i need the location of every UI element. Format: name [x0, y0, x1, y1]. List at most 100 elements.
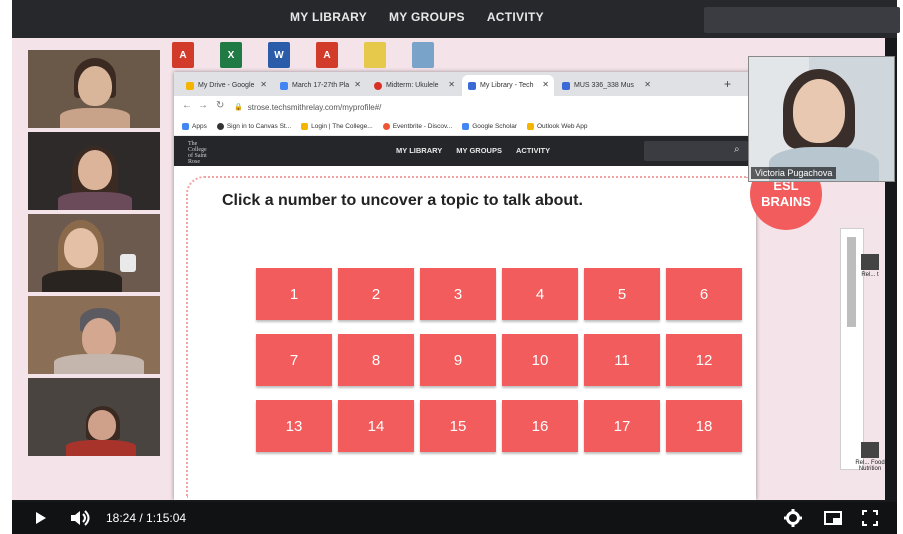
number-tile[interactable]: 10	[502, 334, 578, 386]
bookmark-outlook[interactable]: Outlook Web App	[527, 123, 587, 130]
pdf-icon[interactable]: A	[316, 42, 338, 68]
file-icon[interactable]	[412, 42, 434, 68]
address-row: ← → ↻ 🔒 strose.techsmithrelay.com/myprof…	[174, 96, 756, 119]
player-controls: 18:24 / 1:15:04	[12, 502, 897, 534]
presenter-video: Victoria Pugachova	[748, 56, 895, 182]
lock-icon: 🔒	[234, 104, 243, 111]
tab-title: March 17-27th Pla	[292, 82, 350, 89]
folder-icon	[527, 123, 534, 130]
participant-video	[28, 296, 160, 374]
number-tile[interactable]: 5	[584, 268, 660, 320]
number-tile[interactable]: 2	[338, 268, 414, 320]
relay-icon	[562, 81, 570, 90]
site-nav-my-library[interactable]: MY LIBRARY	[396, 146, 442, 155]
folder-icon	[301, 123, 309, 130]
canvas-icon	[216, 123, 224, 130]
side-file[interactable]: Rel... t	[848, 254, 885, 278]
url-bar[interactable]: 🔒 strose.techsmithrelay.com/myprofile#/	[234, 100, 734, 114]
top-nav-my-library[interactable]: MY LIBRARY	[290, 10, 367, 24]
tile-grid: 1 2 3 4 5 6 7 8 9 10 11 12 13 14 15 16 1…	[256, 268, 742, 452]
tab-title: My Library - Tech	[480, 82, 534, 89]
tab-title: Midterm: Ukulele	[386, 82, 439, 89]
close-icon[interactable]: ✕	[448, 80, 455, 89]
site-search-input[interactable]	[644, 141, 748, 161]
close-icon[interactable]: ✕	[644, 80, 651, 89]
number-tile[interactable]: 12	[666, 334, 742, 386]
number-tile[interactable]: 4	[502, 268, 578, 320]
browser-window: My Drive - Google ✕ March 17-27th Pla ✕ …	[174, 72, 756, 500]
number-tile[interactable]: 1	[256, 268, 332, 320]
eventbrite-icon	[382, 123, 390, 130]
number-tile[interactable]: 17	[584, 400, 660, 452]
number-tile[interactable]: 15	[420, 400, 496, 452]
number-tile[interactable]: 14	[338, 400, 414, 452]
new-tab-icon[interactable]: +	[724, 77, 731, 91]
bookmark-eventbrite[interactable]: Eventbrite - Discov...	[382, 123, 452, 130]
site-nav-my-groups[interactable]: MY GROUPS	[456, 146, 502, 155]
site-header: The College of Saint Rose MY LIBRARY MY …	[174, 136, 756, 166]
number-tile[interactable]: 9	[420, 334, 496, 386]
reload-icon[interactable]: ↻	[216, 100, 224, 111]
player-top-bar: MY LIBRARY MY GROUPS ACTIVITY	[12, 0, 900, 38]
bookmark-login[interactable]: Login | The College...	[301, 123, 373, 130]
back-icon[interactable]: ←	[182, 100, 192, 111]
number-tile[interactable]: 16	[502, 400, 578, 452]
top-nav: MY LIBRARY MY GROUPS ACTIVITY	[290, 10, 544, 24]
side-file[interactable]: Rel... Food Nutrition	[848, 442, 885, 472]
file-icon	[861, 442, 879, 458]
pdf-icon[interactable]: A	[172, 42, 194, 68]
site-nav-activity[interactable]: ACTIVITY	[516, 146, 550, 155]
forward-icon[interactable]: →	[198, 100, 208, 111]
close-icon[interactable]: ✕	[354, 80, 361, 89]
number-tile[interactable]: 13	[256, 400, 332, 452]
desktop-icons: A X W A	[172, 42, 434, 68]
top-nav-my-groups[interactable]: MY GROUPS	[389, 10, 465, 24]
tab-title: My Drive - Google	[198, 82, 255, 89]
tab-midterm[interactable]: Midterm: Ukulele ✕	[368, 75, 460, 96]
word-icon[interactable]: W	[268, 42, 290, 68]
tab-mus[interactable]: MUS 336_338 Mus ✕	[556, 75, 656, 96]
apps-icon	[182, 123, 189, 130]
scrollbar-thumb[interactable]	[847, 237, 856, 327]
top-nav-activity[interactable]: ACTIVITY	[487, 10, 544, 24]
close-icon[interactable]: ✕	[542, 80, 549, 89]
file-icon[interactable]	[364, 42, 386, 68]
number-tile[interactable]: 3	[420, 268, 496, 320]
excel-icon[interactable]: X	[220, 42, 242, 68]
close-icon[interactable]: ✕	[260, 80, 267, 89]
record-icon	[374, 81, 382, 90]
number-tile[interactable]: 11	[584, 334, 660, 386]
fullscreen-icon[interactable]	[862, 510, 878, 526]
college-logo[interactable]: The College of Saint Rose	[188, 141, 207, 165]
participant-video	[28, 132, 160, 210]
bookmark-scholar[interactable]: Google Scholar	[462, 123, 517, 130]
drive-icon	[186, 81, 194, 90]
relay-icon	[468, 81, 476, 90]
participant-video	[28, 214, 160, 292]
playback-time: 18:24 / 1:15:04	[106, 511, 187, 525]
url-text: strose.techsmithrelay.com/myprofile#/	[247, 102, 382, 112]
top-search-box[interactable]	[704, 7, 900, 33]
tab-my-drive[interactable]: My Drive - Google ✕	[180, 75, 272, 96]
miniplayer-icon[interactable]	[824, 511, 842, 525]
presenter-face	[793, 79, 845, 143]
number-tile[interactable]: 8	[338, 334, 414, 386]
presenter-name: Victoria Pugachova	[751, 167, 837, 179]
bookmark-apps[interactable]: Apps	[182, 123, 207, 130]
tab-my-library[interactable]: My Library - Tech ✕	[462, 75, 554, 96]
tab-strip: My Drive - Google ✕ March 17-27th Pla ✕ …	[174, 72, 756, 96]
number-tile[interactable]: 6	[666, 268, 742, 320]
participant-video	[28, 50, 160, 128]
number-tile[interactable]: 7	[256, 334, 332, 386]
docs-icon	[280, 81, 288, 90]
site-nav: MY LIBRARY MY GROUPS ACTIVITY	[396, 146, 550, 155]
search-icon[interactable]: ⌕	[734, 144, 740, 155]
play-icon[interactable]	[34, 511, 48, 525]
bookmark-canvas[interactable]: Sign in to Canvas St...	[216, 123, 291, 130]
participant-video	[28, 378, 160, 456]
volume-icon[interactable]	[70, 510, 92, 526]
scholar-icon	[462, 123, 470, 130]
gear-icon[interactable]	[784, 509, 802, 527]
tab-march-plan[interactable]: March 17-27th Pla ✕	[274, 75, 366, 96]
number-tile[interactable]: 18	[666, 400, 742, 452]
